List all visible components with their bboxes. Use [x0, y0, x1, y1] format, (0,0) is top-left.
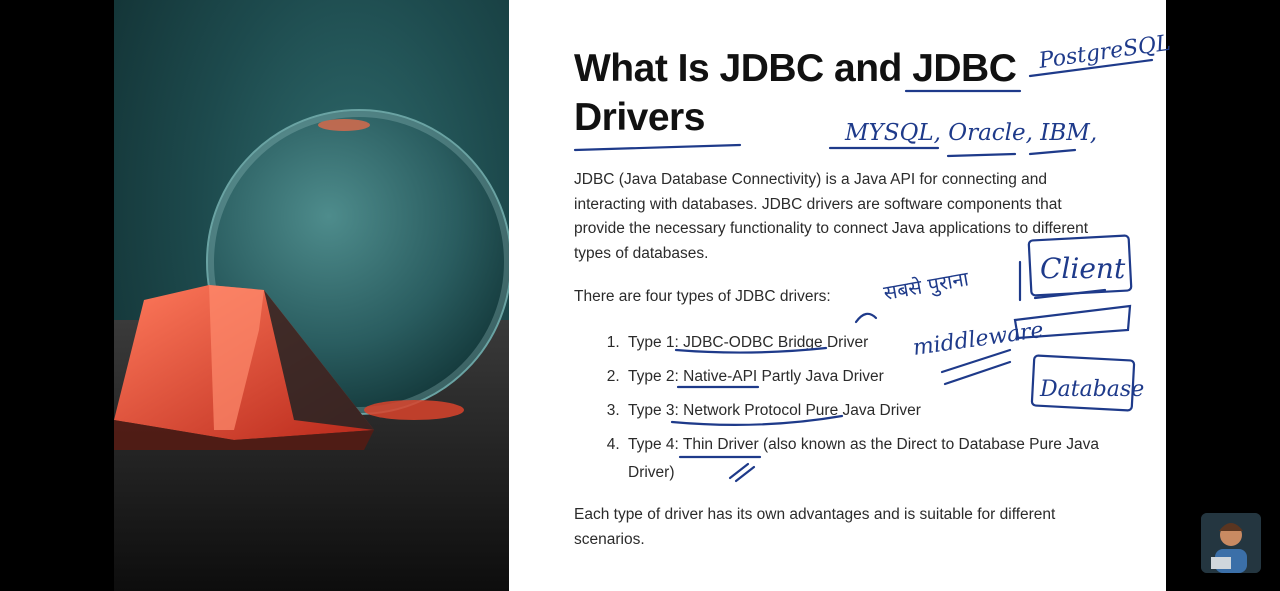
annotation-databases: MYSQL, Oracle, IBM, [844, 120, 1097, 146]
annotation-postgres: PostgreSQL [1036, 31, 1172, 74]
annotation-oldest: सबसे पुराना [882, 266, 972, 306]
annotation-underline-drivers [573, 143, 742, 152]
annotation-database: Database [1039, 377, 1144, 402]
annotation-middleware: middleware [911, 318, 1045, 361]
handwritten-annotations: PostgreSQL MYSQL, Oracle, IBM, सबसे पुरा… [573, 31, 1172, 483]
annotation-client: Client [1040, 252, 1126, 285]
presenter-avatar [1201, 513, 1261, 573]
annotation-underline-type3 [670, 414, 844, 427]
annotation-underline-type1 [674, 346, 828, 354]
